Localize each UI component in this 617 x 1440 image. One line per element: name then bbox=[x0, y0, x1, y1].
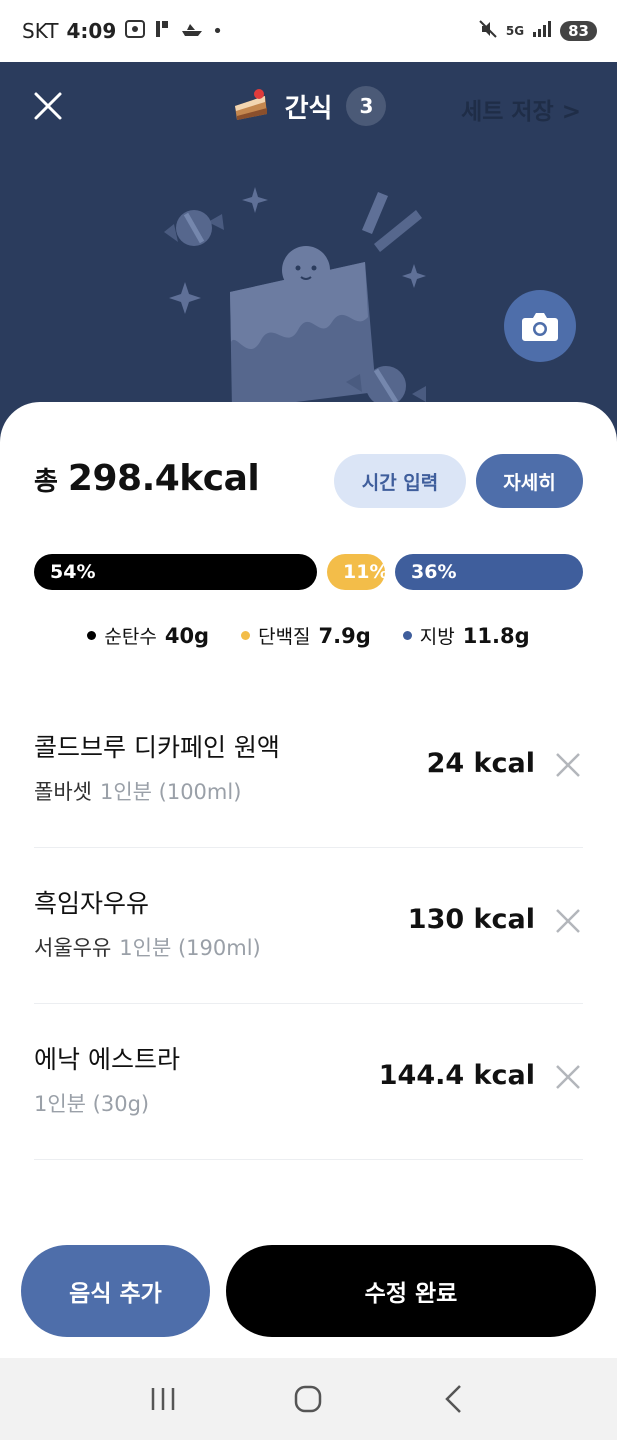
total-calories: 총 298.4kcal bbox=[34, 458, 260, 499]
food-item[interactable]: 콜드브루 디카페인 원액 폴바셋 1인분 (100ml) 24 kcal bbox=[34, 692, 583, 848]
carb-ratio-segment: 54% bbox=[34, 554, 317, 590]
status-right: 5G 83 bbox=[478, 19, 597, 43]
home-icon bbox=[295, 1385, 322, 1413]
macro-ratio-bar: 54% 11% 36% bbox=[34, 554, 583, 590]
food-kcal: 144.4 kcal bbox=[378, 1060, 535, 1091]
macro-legend: 순탄수 40g 단백질 7.9g 지방 11.8g bbox=[0, 622, 617, 649]
food-subtitle: 폴바셋 1인분 (100ml) bbox=[34, 776, 241, 806]
total-prefix: 총 bbox=[34, 467, 58, 497]
food-item[interactable]: 에낙 에스트라 1인분 (30g) 144.4 kcal bbox=[34, 1004, 583, 1160]
meal-detail-sheet: 총 298.4kcal 시간 입력 자세히 54% 11% 36% 순탄수 40… bbox=[0, 402, 617, 1358]
signal-icon bbox=[532, 20, 552, 42]
close-icon bbox=[556, 909, 580, 933]
macro-protein: 단백질 7.9g bbox=[241, 622, 371, 649]
recent-apps-button[interactable] bbox=[133, 1369, 193, 1429]
food-item[interactable]: 흑임자우유 서울우유 1인분 (190ml) 130 kcal bbox=[34, 848, 583, 1004]
macro-amount: 11.8g bbox=[462, 623, 530, 648]
done-button[interactable]: 수정 완료 bbox=[226, 1245, 596, 1337]
macro-name: 단백질 bbox=[258, 626, 311, 648]
home-button[interactable] bbox=[278, 1369, 338, 1429]
meal-header: 간식 3 세트 저장 > bbox=[0, 62, 617, 452]
macro-name: 순탄수 bbox=[104, 626, 157, 648]
food-kcal: 130 kcal bbox=[407, 904, 535, 935]
fat-ratio-segment: 36% bbox=[395, 554, 583, 590]
food-serving: 1인분 (190ml) bbox=[119, 936, 261, 960]
battery-indicator: 83 bbox=[560, 21, 597, 41]
mute-icon bbox=[478, 19, 498, 43]
food-brand: 폴바셋 bbox=[34, 780, 92, 804]
system-nav-bar bbox=[0, 1358, 617, 1440]
remove-food-button[interactable] bbox=[553, 750, 583, 780]
food-subtitle: 서울우유 1인분 (190ml) bbox=[34, 932, 261, 962]
screenshot-icon bbox=[124, 19, 146, 44]
status-bar: SKT 4:09 • 5G 83 bbox=[0, 0, 617, 62]
food-serving: 1인분 (30g) bbox=[34, 1092, 150, 1116]
dot-icon: • bbox=[212, 20, 223, 42]
macro-amount: 7.9g bbox=[318, 623, 371, 648]
recent-apps-icon bbox=[151, 1388, 175, 1410]
food-name: 흑임자우유 bbox=[34, 889, 150, 918]
network-label: 5G bbox=[505, 24, 525, 38]
boat-icon bbox=[180, 21, 204, 42]
protein-ratio-segment: 11% bbox=[327, 554, 388, 590]
cake-icon bbox=[231, 84, 271, 128]
food-brand: 서울우유 bbox=[34, 936, 112, 960]
back-button[interactable] bbox=[424, 1369, 484, 1429]
protein-dot-icon bbox=[241, 631, 251, 640]
food-kcal: 24 kcal bbox=[426, 748, 535, 779]
macro-carb: 순탄수 40g bbox=[87, 622, 209, 649]
meal-title-text: 간식 bbox=[284, 93, 333, 124]
add-food-button[interactable]: 음식 추가 bbox=[21, 1245, 210, 1337]
remove-food-button[interactable] bbox=[553, 1062, 583, 1092]
total-kcal-value: 298.4kcal bbox=[67, 458, 260, 499]
macro-fat: 지방 11.8g bbox=[402, 622, 530, 649]
carb-dot-icon bbox=[87, 631, 97, 640]
back-icon bbox=[445, 1385, 462, 1413]
fat-dot-icon bbox=[402, 631, 412, 640]
food-name: 콜드브루 디카페인 원액 bbox=[34, 733, 280, 762]
status-left: SKT 4:09 • bbox=[22, 19, 223, 44]
food-list: 콜드브루 디카페인 원액 폴바셋 1인분 (100ml) 24 kcal 흑임자우… bbox=[34, 692, 583, 1160]
detail-button[interactable]: 자세히 bbox=[476, 454, 583, 508]
macro-amount: 40g bbox=[164, 623, 210, 648]
snack-illustration-icon bbox=[164, 187, 426, 410]
macro-name: 지방 bbox=[419, 626, 455, 648]
set-save-button[interactable]: 세트 저장 > bbox=[461, 92, 581, 126]
remove-food-button[interactable] bbox=[553, 906, 583, 936]
time-input-button[interactable]: 시간 입력 bbox=[334, 454, 466, 508]
carrier-text: SKT bbox=[22, 19, 59, 43]
food-serving: 1인분 (100ml) bbox=[99, 780, 242, 804]
camera-icon bbox=[522, 313, 558, 341]
close-icon bbox=[556, 1065, 580, 1089]
notification-icon bbox=[154, 19, 172, 44]
camera-button[interactable] bbox=[504, 290, 576, 362]
close-icon bbox=[556, 753, 580, 777]
clock-text: 4:09 bbox=[66, 19, 117, 43]
food-count-badge: 3 bbox=[346, 86, 387, 126]
food-name: 에낙 에스트라 bbox=[34, 1045, 180, 1074]
food-subtitle: 1인분 (30g) bbox=[34, 1088, 149, 1118]
